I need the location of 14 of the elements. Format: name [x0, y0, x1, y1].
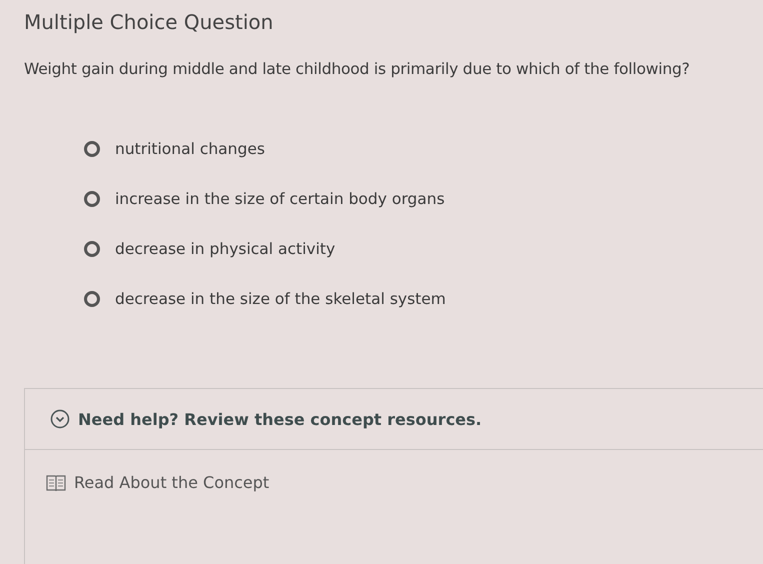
option-label[interactable]: increase in the size of certain body organs	[115, 190, 445, 208]
option-label[interactable]: decrease in physical activity	[115, 240, 336, 258]
radio-button[interactable]	[84, 291, 100, 307]
radio-button[interactable]	[84, 241, 100, 257]
question-type-title: Multiple Choice Question	[24, 10, 274, 34]
help-heading[interactable]: Need help? Review these concept resources.	[78, 410, 482, 428]
resource-link[interactable]: Read About the Concept	[74, 473, 270, 492]
question-text: Weight gain during middle and late childhood is primarily due to which of the following?	[24, 60, 690, 78]
radio-button[interactable]	[84, 141, 100, 157]
option-label[interactable]: decrease in the size of the skeletal system	[115, 290, 446, 308]
radio-button[interactable]	[84, 191, 100, 207]
option-label[interactable]: nutritional changes	[115, 140, 265, 158]
chevron-icon[interactable]	[50, 409, 70, 429]
book-icon	[46, 474, 66, 492]
